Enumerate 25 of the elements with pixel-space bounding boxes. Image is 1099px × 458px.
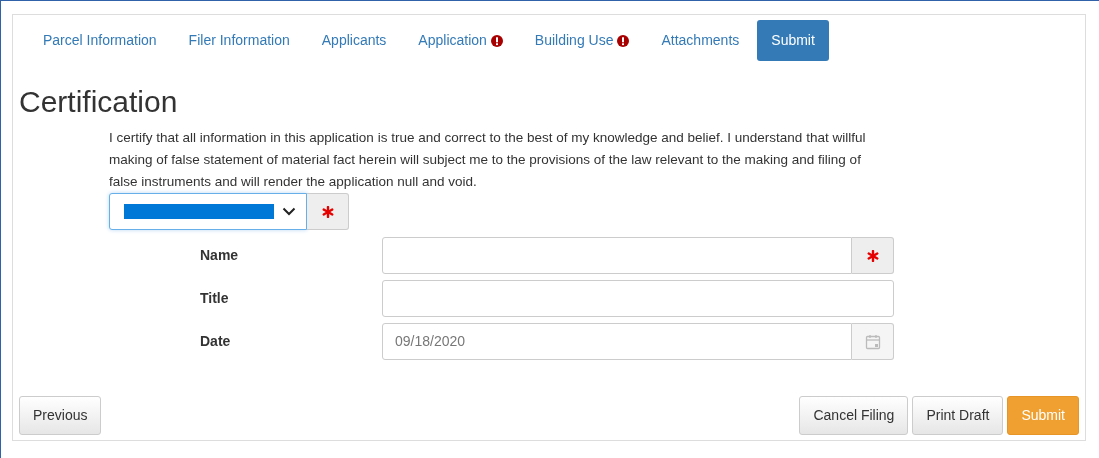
nav-tab[interactable]: Building Use <box>520 20 644 61</box>
nav-tab[interactable]: Filer Information <box>174 20 304 61</box>
calendar-icon[interactable] <box>864 333 881 350</box>
field-label: Date <box>199 332 232 351</box>
error-icon <box>490 34 503 47</box>
nav-tab[interactable]: Applicants <box>307 20 401 61</box>
nav-tab[interactable]: Submit <box>757 20 829 61</box>
certification-statement: I certify that all information in this application is true and correct to the best of my knowledge and belief. I understand that willful making of false statement of material fact herein will subject me to the provisions of the law relevant to the making and filing of false instruments and will render the application null and void. <box>109 129 867 191</box>
text-field[interactable] <box>382 237 852 274</box>
certify-dropdown[interactable] <box>109 193 307 230</box>
page-heading: Certification <box>19 87 179 117</box>
field-label: Title <box>199 289 230 308</box>
action-button[interactable]: Cancel Filing <box>799 396 909 435</box>
required-icon <box>866 249 879 262</box>
action-button[interactable]: Print Draft <box>912 396 1004 435</box>
date-field[interactable]: 09/18/2020 <box>382 323 852 360</box>
action-button[interactable]: Previous <box>19 396 102 435</box>
field-label: Name <box>199 246 240 265</box>
error-icon <box>617 34 630 47</box>
nav-tab[interactable]: Application <box>404 20 517 61</box>
text-field[interactable] <box>382 280 894 317</box>
nav-tab[interactable]: Parcel Information <box>29 20 171 61</box>
chevron-icon <box>282 207 296 216</box>
nav-tab[interactable]: Attachments <box>647 20 754 61</box>
required-icon <box>321 205 334 218</box>
